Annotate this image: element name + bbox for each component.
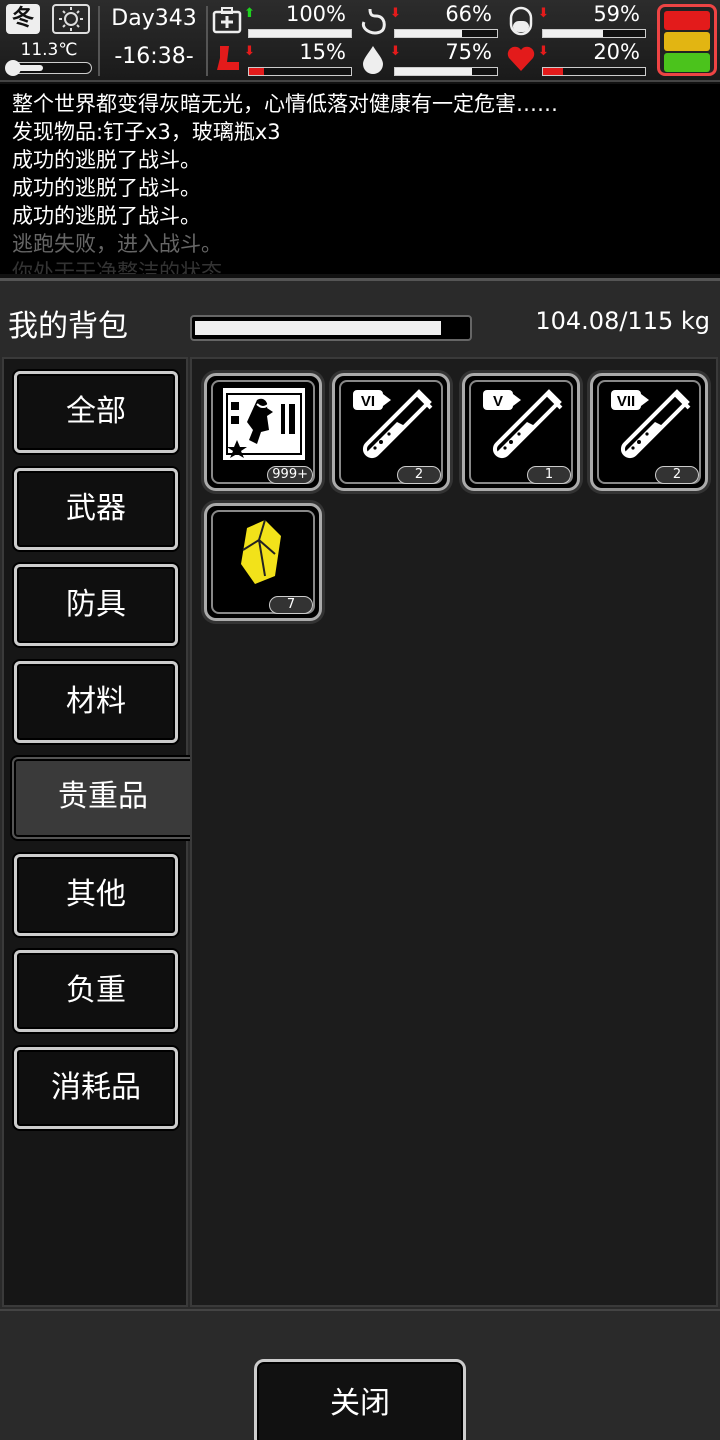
category-tab-0[interactable]: 全部 — [14, 371, 178, 453]
sun-icon — [52, 4, 90, 34]
season-indicator: 冬 — [6, 4, 40, 34]
close-button[interactable]: 关闭 — [254, 1359, 466, 1440]
item-count-badge: 7 — [269, 596, 313, 614]
arrow-down-icon: ⬇ — [538, 44, 549, 59]
arrow-down-icon: ⬇ — [538, 6, 549, 21]
inventory-slot[interactable]: 7 — [204, 503, 322, 621]
item-count-badge: 1 — [527, 466, 571, 484]
thermometer-icon — [5, 60, 92, 76]
category-tab-7[interactable]: 消耗品 — [14, 1046, 178, 1129]
category-tab-2[interactable]: 防具 — [14, 564, 178, 646]
log-line: 你处于干净整洁的状态 — [12, 260, 222, 274]
day-counter: Day343 — [111, 6, 197, 31]
stat-percent: 66% — [445, 2, 492, 26]
footer: 关闭 — [0, 1309, 720, 1440]
stat-percent: 20% — [593, 40, 640, 64]
inventory-slot[interactable]: 999+ — [204, 373, 322, 491]
stat-bar — [248, 29, 352, 38]
arrow-up-icon: ⬆ — [244, 6, 255, 21]
status-bar: 冬 11.3℃ Day343 -16:38- ⬆ 100% ⬇ 66% ⬇ 59% ⬇ 15%… — [0, 0, 720, 82]
stat-percent: 75% — [445, 40, 492, 64]
stat-bar — [394, 29, 498, 38]
stat-bar — [248, 67, 352, 76]
log-line: 逃跑失败，进入战斗。 — [12, 232, 222, 256]
inventory-slot[interactable]: V1 — [462, 373, 580, 491]
stat-percent: 15% — [299, 40, 346, 64]
water-drop-icon — [358, 44, 388, 74]
arrow-down-icon: ⬇ — [244, 44, 255, 59]
log-line: 成功的逃脱了战斗。 — [12, 148, 201, 172]
inventory-slot[interactable]: VI 2 — [332, 373, 450, 491]
stat-mood[interactable]: ⬇ 20% — [506, 40, 646, 78]
page-title: 我的背包 — [8, 309, 128, 344]
stat-hunger[interactable]: ⬇ 66% — [358, 2, 498, 40]
stat-stamina[interactable]: ⬇ 15% — [212, 40, 352, 78]
log-line: 整个世界都变得灰暗无光，心情低落对健康有一定危害…… — [12, 92, 558, 116]
arrow-down-icon: ⬇ — [390, 6, 401, 21]
item-count-badge: 999+ — [267, 466, 313, 484]
category-tab-4[interactable]: 贵重品 — [12, 757, 192, 839]
category-sidebar: 全部武器防具材料贵重品其他负重消耗品 — [2, 357, 192, 1307]
stat-percent: 100% — [285, 2, 346, 26]
stat-bar — [542, 67, 646, 76]
temperature-text: 11.3℃ — [20, 40, 78, 60]
log-line: 发现物品:钉子x3，玻璃瓶x3 — [12, 120, 281, 144]
log-line: 成功的逃脱了战斗。 — [12, 176, 201, 200]
category-tab-3[interactable]: 材料 — [14, 660, 178, 743]
arrow-down-icon: ⬇ — [390, 44, 401, 59]
item-count-badge: 2 — [655, 466, 699, 484]
divider — [206, 6, 208, 76]
heart-icon — [506, 44, 536, 74]
category-tab-6[interactable]: 负重 — [14, 950, 178, 1032]
item-grid: 999+ VI 2 V 1 VII 2 7 — [190, 357, 718, 1307]
clock: -16:38- — [114, 44, 194, 69]
stat-thirst[interactable]: ⬇ 75% — [358, 40, 498, 78]
pill-icon — [506, 6, 536, 36]
inventory-slot[interactable]: VII 2 — [590, 373, 708, 491]
stat-percent: 59% — [593, 2, 640, 26]
divider — [98, 6, 100, 76]
svg-text:V: V — [493, 393, 503, 410]
stat-bar — [542, 29, 646, 38]
alert-level-indicator[interactable] — [657, 4, 717, 76]
message-log[interactable]: 整个世界都变得灰暗无光，心情低落对健康有一定危害…… 发现物品:钉子x3，玻璃瓶x… — [0, 84, 720, 274]
weight-progress-bar — [190, 315, 472, 341]
boot-icon — [212, 44, 242, 74]
stat-health[interactable]: ⬆ 100% — [212, 2, 352, 40]
svg-text:VII: VII — [617, 393, 635, 410]
category-tab-5[interactable]: 其他 — [14, 853, 178, 936]
stat-bar — [394, 67, 498, 76]
category-tab-1[interactable]: 武器 — [14, 467, 178, 550]
item-count-badge: 2 — [397, 466, 441, 484]
log-line: 成功的逃脱了战斗。 — [12, 204, 201, 228]
stomach-icon — [358, 6, 388, 36]
medkit-icon — [212, 6, 242, 36]
weight-text: 104.08/115 kg — [535, 307, 710, 335]
backpack-panel: 我的背包 104.08/115 kg 全部武器防具材料贵重品其他负重消耗品 99… — [0, 278, 720, 1440]
backpack-header: 我的背包 104.08/115 kg — [0, 281, 720, 355]
stat-medicine[interactable]: ⬇ 59% — [506, 2, 646, 40]
svg-text:VI: VI — [361, 393, 375, 410]
